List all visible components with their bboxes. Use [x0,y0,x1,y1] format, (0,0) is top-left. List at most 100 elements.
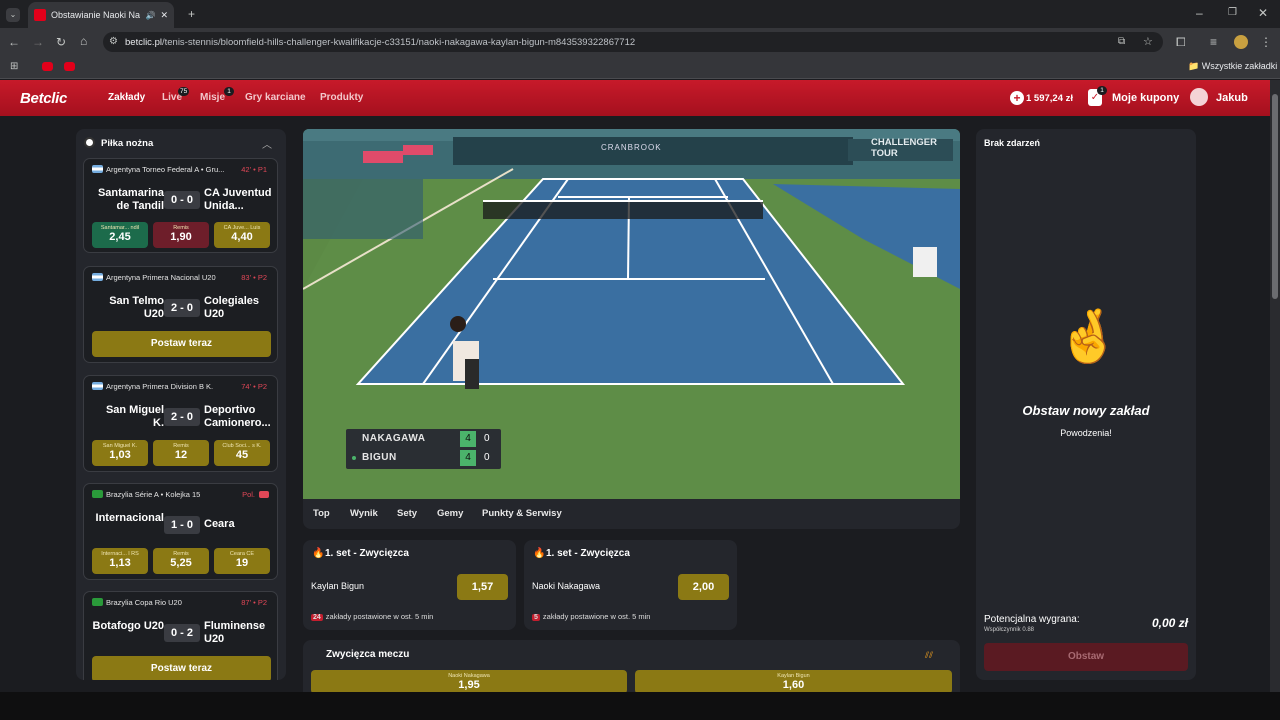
odd-value: 2,45 [109,231,131,243]
odd-value: 1,60 [782,679,805,691]
live-stream-icon[interactable] [259,491,269,498]
tab-games[interactable]: Gemy [437,508,463,519]
league-name: Argentyna Torneo Federal A • Gru... [106,165,225,174]
odd-button[interactable]: Santamar... ndil 2,45 [92,222,148,248]
home-team: Santamarina de Tandil [97,187,164,212]
odd-value: 1,03 [109,449,131,461]
tab-sets[interactable]: Sety [397,508,417,519]
count-badge: 5 [532,614,540,621]
score: 2 - 0 [164,408,200,426]
browser-tab[interactable]: Obstawianie Naoki Nakagawa 🔊 ✕ [28,2,174,28]
media-icon[interactable]: ≡ [1210,36,1217,48]
odd-button[interactable]: Internaci... l RS 1,13 [92,548,148,574]
place-bet-slip-button[interactable]: Obstaw [984,643,1188,671]
odd-button[interactable]: Naoki Nakagawa 1,95 [311,670,627,694]
odd-button[interactable]: Remis 1,90 [153,222,209,248]
league-name: Brazylia Série A • Kolejka 15 [106,490,201,499]
games-count: 4 [460,450,476,466]
close-tab-icon[interactable]: ✕ [160,10,168,21]
market-title: 1. set - Zwycięzca [325,548,409,559]
window-close-icon[interactable]: ✕ [1258,7,1268,19]
restore-icon[interactable]: ❐ [1228,7,1237,19]
menu-icon[interactable]: ⋮ [1260,36,1272,48]
reload-icon[interactable]: ↻ [56,36,66,48]
balance[interactable]: 1 597,24 zł [1026,93,1073,104]
home-team: Internacional [95,512,164,524]
flag-argentina-icon [92,165,103,173]
new-tab-icon[interactable]: + [188,8,195,20]
odd-value: 1,95 [458,679,480,691]
nav-card-games[interactable]: Gry karciane [245,92,306,103]
football-icon [84,137,95,148]
place-bet-button[interactable]: Postaw teraz [92,331,271,357]
nav-products[interactable]: Produkty [320,92,363,103]
forward-icon[interactable]: → [32,36,44,48]
odd-value: 4,40 [231,231,253,243]
minimize-icon[interactable]: – [1196,7,1203,19]
odd-button[interactable]: San Miguel K. 1,03 [92,440,148,466]
user-icon[interactable] [1190,88,1208,106]
cast-icon[interactable]: ⧉ [1118,36,1125,48]
count-text: zakłady postawione w ost. 5 min [542,612,651,621]
match-card[interactable]: Brazylia Copa Rio U20 87' • P2 Botafogo … [83,591,278,680]
nav-missions[interactable]: Misje [200,92,225,103]
place-bet-button[interactable]: Postaw teraz [92,656,271,680]
page-scrollbar[interactable] [1270,80,1280,692]
user-name[interactable]: Jakub [1216,92,1248,104]
odd-button[interactable]: Kaylan Bigun 1,60 [635,670,952,694]
odd-button[interactable]: 2,00 [678,574,729,600]
tab-result[interactable]: Wynik [350,508,378,519]
player-name: BIGUN [362,452,397,463]
odd-value: 5,25 [170,557,192,569]
odd-button[interactable]: Remis 5,25 [153,548,209,574]
match-card[interactable]: Argentyna Primera Division B K. 74' • P2… [83,375,278,472]
player-name: NAKAGAWA [362,433,426,444]
scrollbar-thumb[interactable] [1272,94,1278,299]
league-name: Argentyna Primera Division B K. [106,382,214,391]
youtube-bookmark-icon[interactable] [42,62,53,71]
betclic-logo[interactable]: Betclic [20,90,67,107]
odd-button[interactable]: Remis 12 [153,440,209,466]
match-card[interactable]: Argentyna Primera Nacional U20 83' • P2 … [83,266,278,363]
odd-button[interactable]: 1,57 [457,574,508,600]
market-card: 🔥 1. set - Zwycięzca Kaylan Bigun 1,57 2… [303,540,516,630]
extensions-icon[interactable]: ⧠ [1176,36,1186,48]
apps-icon[interactable]: ⊞ [10,61,18,73]
home-team: San Telmo U20 [109,295,164,320]
home-icon[interactable]: ⌂ [80,35,87,47]
speaker-icon[interactable]: 🔊 [145,11,155,20]
back-icon[interactable]: ← [8,36,20,48]
all-bookmarks[interactable]: 📁 Wszystkie zakładki [1188,61,1277,72]
odd-button[interactable]: CA Juve... Luis 4,40 [214,222,270,248]
serve-indicator-icon [352,456,356,460]
empty-slip-title: Brak zdarzeń [984,138,1041,148]
sport-title: Piłka nożna [101,138,154,149]
site-info-icon[interactable]: ⚙ [109,36,118,48]
bookmark-star-icon[interactable]: ☆ [1143,36,1153,48]
url-bar[interactable]: ⚙ betclic.pl/tenis-stennis/bloomfield-hi… [103,32,1163,52]
market-title: Zwycięzca meczu [326,649,410,660]
bet-slip: Brak zdarzeń 🤞 Obstaw nowy zakład Powodz… [976,129,1196,680]
stats-icon[interactable]: ⫽⫽ [925,650,933,661]
odd-button[interactable]: Club Soci... s K. 45 [214,440,270,466]
score: 0 - 0 [164,191,200,209]
deposit-plus-icon[interactable]: + [1010,91,1024,105]
market-title: 1. set - Zwycięzca [546,548,630,559]
video-scoreboard: NAKAGAWA 4 0 BIGUN 4 0 [346,429,501,469]
live-video-player[interactable]: CHALLENGER TOUR CRANBROOK NAKAGAWA 4 0 B… [303,129,960,499]
youtube-bookmark-icon-2[interactable] [64,62,75,71]
match-card[interactable]: Brazylia Série A • Kolejka 15 Pol. Inter… [83,483,278,580]
match-card[interactable]: Argentyna Torneo Federal A • Gru... 42' … [83,158,278,253]
my-coupons[interactable]: Moje kupony [1112,92,1179,104]
odd-button[interactable]: Ceara CE 19 [214,548,270,574]
nav-bets[interactable]: Zakłady [108,92,145,103]
tab-top[interactable]: Top [313,508,330,519]
tab-search-icon[interactable]: ⌄ [6,8,20,22]
profile-avatar[interactable] [1234,35,1248,49]
coefficient: Współczynnik 0.88 [984,627,1035,633]
collapse-chevron-icon[interactable]: ︿ [262,136,272,151]
points-count: 0 [484,433,490,444]
league-name: Brazylia Copa Rio U20 [106,598,182,607]
tab-points-serves[interactable]: Punkty & Serwisy [482,508,562,519]
betclic-favicon [34,9,46,21]
